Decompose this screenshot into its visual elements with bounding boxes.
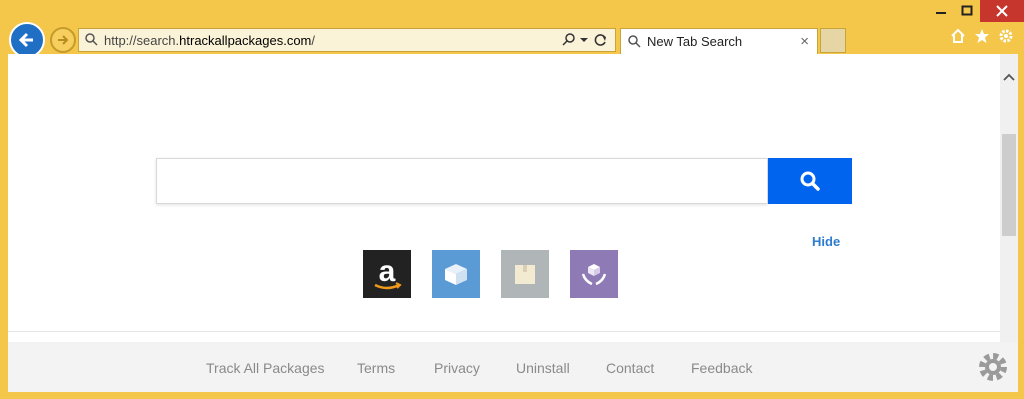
shipping-box-tile[interactable] [501, 250, 549, 298]
footer-divider [8, 331, 1000, 332]
forward-arrow-icon [58, 35, 69, 45]
page-footer: Track All Packages Terms Privacy Uninsta… [8, 342, 1018, 392]
delivery-tile[interactable] [570, 250, 618, 298]
footer-link-track-all-packages[interactable]: Track All Packages [206, 360, 325, 376]
vertical-scrollbar[interactable] [1000, 54, 1018, 342]
svg-text:a: a [379, 255, 396, 288]
close-button[interactable] [980, 0, 1024, 22]
page-content: Hide a [8, 54, 1000, 342]
tab-search-icon [628, 34, 641, 48]
minimize-icon [936, 12, 946, 14]
hide-link[interactable]: Hide [812, 234, 840, 249]
tab-new-tab-search[interactable]: New Tab Search × [620, 28, 818, 54]
page-search-icon [85, 33, 98, 46]
new-tab-button[interactable] [820, 28, 846, 53]
open-box-icon [445, 264, 467, 285]
amazon-logo-icon: a [374, 255, 402, 290]
tab-close-icon[interactable]: × [800, 33, 809, 50]
scroll-thumb[interactable] [1002, 134, 1016, 236]
maximize-icon [961, 5, 973, 16]
scroll-up-arrow-icon[interactable] [1000, 70, 1018, 84]
back-button[interactable] [9, 22, 45, 58]
refresh-icon[interactable] [593, 32, 609, 48]
search-icon [800, 171, 820, 191]
dropdown-icon[interactable] [579, 32, 589, 48]
forward-button[interactable] [50, 27, 76, 53]
footer-settings-gear-icon[interactable] [976, 350, 1010, 384]
maximize-button[interactable] [954, 0, 980, 22]
address-bar[interactable]: http://search.htrackallpackages.com/ [78, 28, 616, 52]
search-button[interactable] [768, 158, 852, 204]
amazon-tile[interactable]: a [363, 250, 411, 298]
close-icon [996, 5, 1008, 17]
footer-link-feedback[interactable]: Feedback [691, 360, 752, 376]
tab-title: New Tab Search [647, 34, 743, 49]
back-arrow-icon [18, 32, 33, 48]
hands-package-icon [581, 264, 607, 286]
address-url: http://search.htrackallpackages.com/ [104, 32, 316, 48]
closed-box-icon [515, 265, 535, 284]
toolbar-icons [950, 28, 1014, 44]
package-tracking-tile[interactable] [432, 250, 480, 298]
search-input[interactable] [156, 158, 768, 204]
footer-link-terms[interactable]: Terms [357, 360, 395, 376]
footer-link-uninstall[interactable]: Uninstall [516, 360, 570, 376]
favorites-star-icon[interactable] [974, 28, 990, 44]
minimize-button[interactable] [928, 0, 954, 22]
footer-link-contact[interactable]: Contact [606, 360, 654, 376]
home-icon[interactable] [950, 28, 966, 44]
settings-gear-icon[interactable] [998, 28, 1014, 44]
search-icon[interactable] [561, 32, 577, 48]
footer-link-privacy[interactable]: Privacy [434, 360, 480, 376]
